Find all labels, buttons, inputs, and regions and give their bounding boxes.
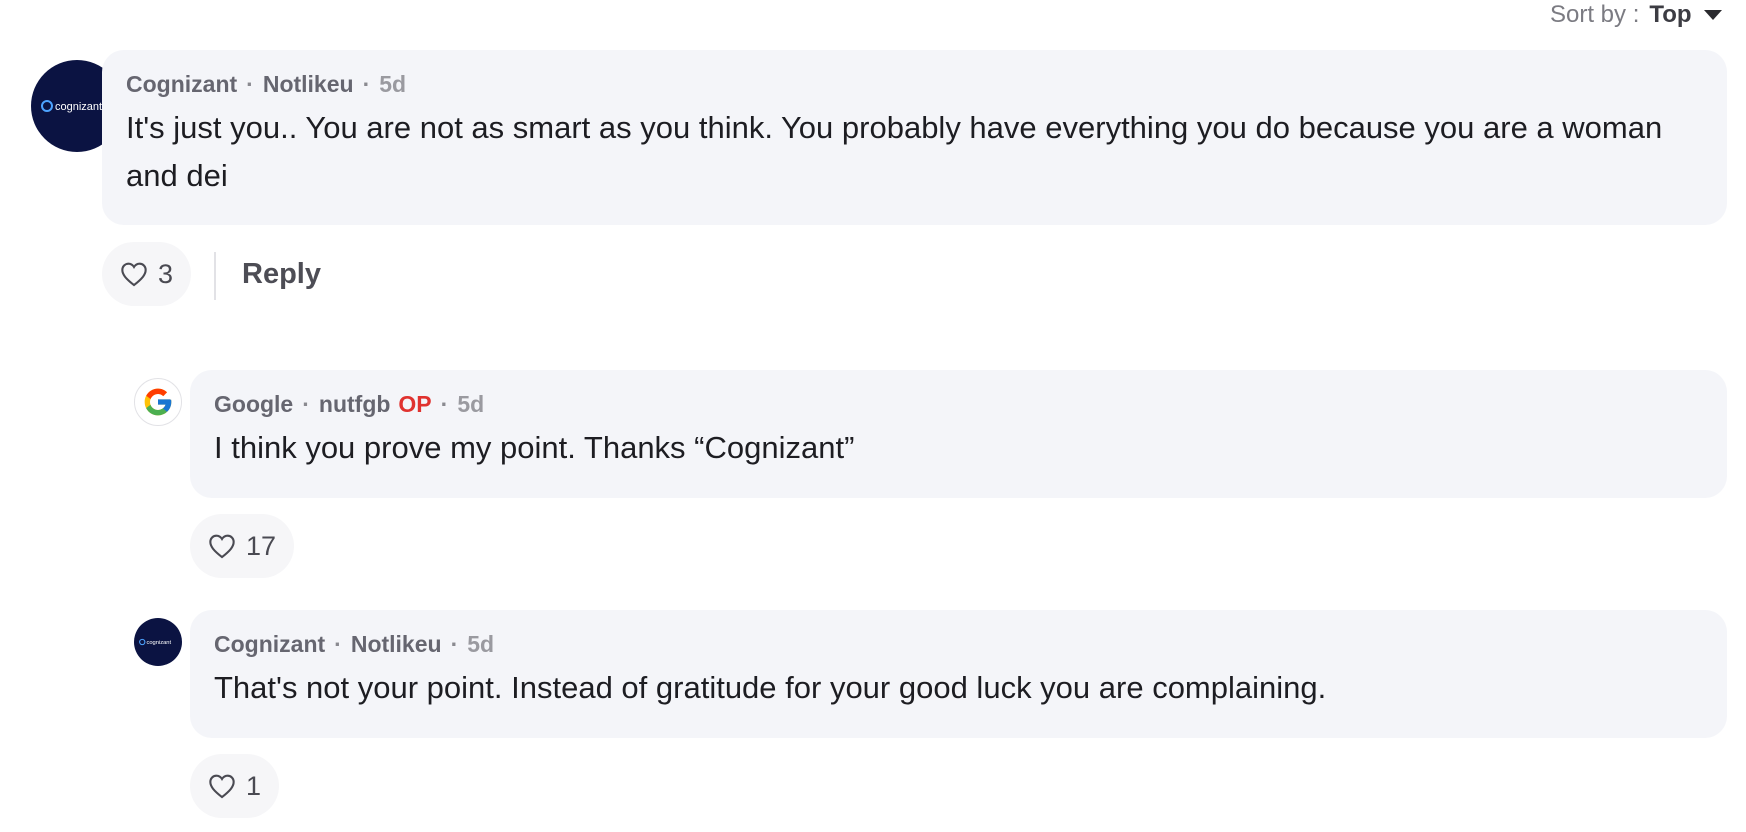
separator-dot: · bbox=[246, 70, 254, 97]
username[interactable]: Notlikeu bbox=[351, 631, 442, 658]
company-name[interactable]: Cognizant bbox=[126, 71, 237, 98]
sort-dropdown[interactable]: Sort by : Top bbox=[1550, 0, 1722, 30]
reply-button[interactable]: Reply bbox=[242, 258, 321, 291]
like-count: 17 bbox=[246, 530, 277, 561]
heart-icon bbox=[121, 262, 147, 287]
heart-icon bbox=[209, 774, 235, 799]
chevron-down-icon bbox=[1703, 10, 1722, 20]
like-button[interactable]: 1 bbox=[190, 754, 280, 818]
timestamp: 5d bbox=[457, 390, 485, 417]
comment-text: That's not your point. Instead of gratit… bbox=[214, 670, 1327, 705]
company-name[interactable]: Google bbox=[214, 391, 293, 418]
comment-text: It's just you.. You are not as smart as … bbox=[126, 110, 1663, 193]
timestamp: 5d bbox=[467, 630, 495, 657]
username[interactable]: nutfgb bbox=[319, 391, 391, 418]
comment-meta: Google · nutfgb OP · 5d bbox=[214, 390, 1703, 418]
comment-text: I think you prove my point. Thanks “Cogn… bbox=[214, 430, 855, 465]
comment-bubble: Cognizant · Notlikeu · 5d It's just you.… bbox=[102, 50, 1727, 225]
username[interactable]: Notlikeu bbox=[263, 71, 354, 98]
google-logo-icon bbox=[144, 388, 172, 416]
comment-meta: Cognizant · Notlikeu · 5d bbox=[126, 70, 1703, 98]
op-badge: OP bbox=[398, 390, 432, 417]
separator-dot: · bbox=[302, 390, 310, 417]
cognizant-wordmark: cognizant bbox=[146, 640, 171, 646]
cognizant-logo-icon: cognizant bbox=[139, 638, 172, 646]
comment-bubble: Cognizant · Notlikeu · 5d That's not you… bbox=[190, 610, 1727, 738]
comment-bubble: Google · nutfgb OP · 5d I think you prov… bbox=[190, 370, 1727, 498]
separator-dot: · bbox=[450, 630, 459, 657]
like-count: 3 bbox=[158, 258, 174, 289]
separator-dot: · bbox=[362, 70, 371, 97]
avatar[interactable] bbox=[134, 378, 182, 426]
like-button[interactable]: 3 bbox=[102, 242, 192, 306]
timestamp: 5d bbox=[379, 70, 407, 97]
divider bbox=[214, 252, 216, 300]
cognizant-wordmark: cognizant bbox=[55, 101, 102, 113]
company-name[interactable]: Cognizant bbox=[214, 631, 325, 658]
avatar[interactable]: cognizant bbox=[134, 618, 182, 666]
like-button[interactable]: 17 bbox=[190, 514, 295, 578]
separator-dot: · bbox=[440, 390, 449, 417]
separator-dot: · bbox=[334, 630, 342, 657]
sort-value: Top bbox=[1649, 1, 1692, 28]
heart-icon bbox=[209, 534, 235, 559]
sort-label: Sort by : bbox=[1550, 1, 1640, 28]
comment-meta: Cognizant · Notlikeu · 5d bbox=[214, 630, 1703, 658]
like-count: 1 bbox=[246, 770, 262, 801]
